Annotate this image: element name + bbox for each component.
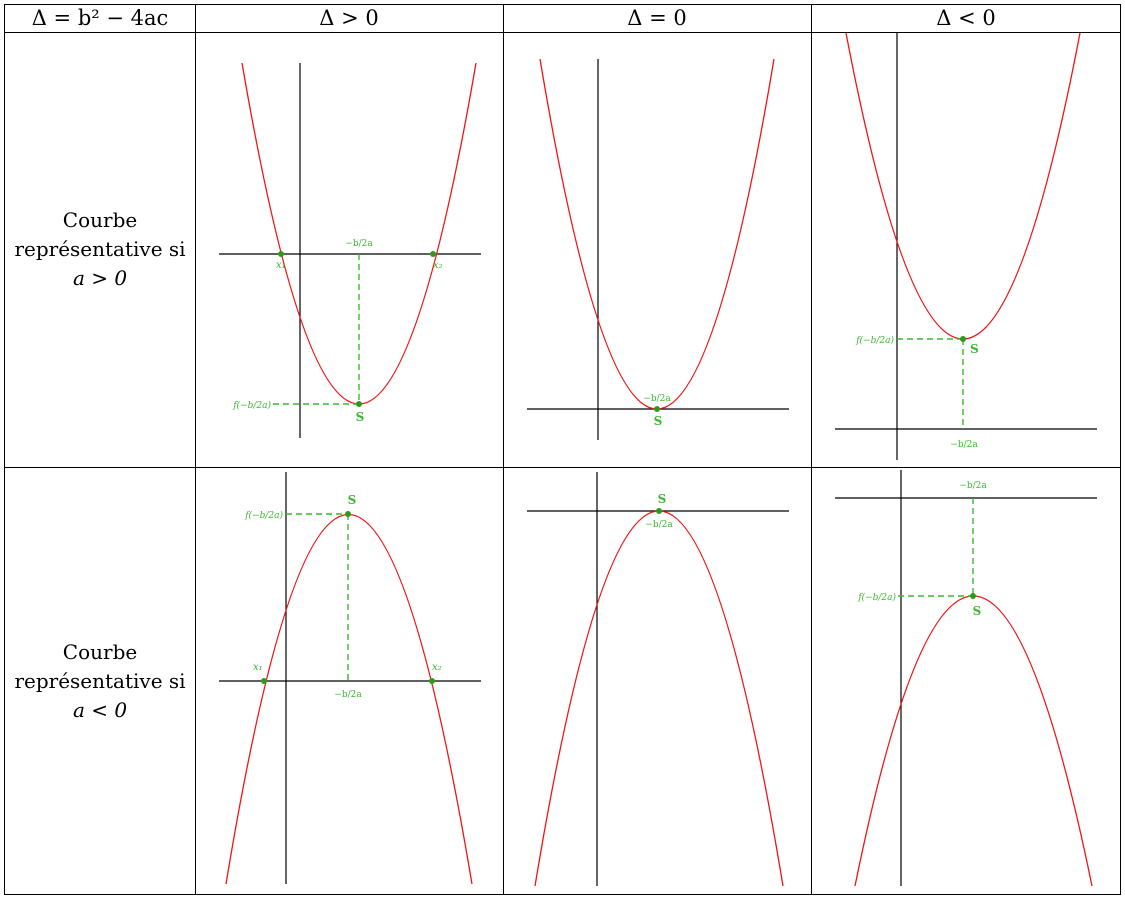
row-label-line: représentative si xyxy=(14,669,185,693)
parabola-curve xyxy=(241,62,477,405)
root-point xyxy=(278,251,284,257)
parabola-curve xyxy=(845,32,1081,340)
vertex-label: S xyxy=(654,414,663,428)
vertex-label: S xyxy=(348,493,357,507)
parabola-curve xyxy=(534,510,784,887)
f-vertex-label: f(−b/2a) xyxy=(857,592,896,603)
row-label-a-negative: Courbe représentative si a < 0 xyxy=(14,640,185,722)
neg-b-over-2a-label: −b/2a xyxy=(334,690,362,700)
graph-a-neg-delta-pos: x₁ x₂ −b/2a f(−b/2a) S xyxy=(219,472,481,885)
row-label-line: a > 0 xyxy=(73,266,127,290)
header-delta-zero: Δ = 0 xyxy=(627,6,686,30)
vertex-point xyxy=(970,593,976,599)
vertex-point xyxy=(960,336,966,342)
header-delta-positive: Δ > 0 xyxy=(319,6,378,30)
vertex-label: S xyxy=(970,342,979,356)
graph-a-pos-delta-pos: x₁ x₂ −b/2a f(−b/2a) S xyxy=(219,62,481,438)
row-label-line: Courbe xyxy=(63,640,137,664)
root-point xyxy=(429,678,435,684)
discriminant-table: Δ = b² − 4ac Δ > 0 Δ = 0 Δ < 0 Courbe re… xyxy=(4,4,1121,895)
graph-a-neg-delta-neg: −b/2a f(−b/2a) S xyxy=(835,470,1097,887)
parabola-curve xyxy=(539,58,775,410)
vertex-label: S xyxy=(356,410,365,424)
row-label-line: Courbe xyxy=(63,208,137,232)
vertex-label: S xyxy=(658,492,667,506)
root-point xyxy=(261,678,267,684)
f-vertex-label: f(−b/2a) xyxy=(855,335,894,346)
vertex-label: S xyxy=(973,604,982,618)
vertex-point xyxy=(345,511,351,517)
vertex-point xyxy=(656,508,662,514)
parabola-curve xyxy=(854,595,1093,887)
row-label-line: représentative si xyxy=(14,237,185,261)
neg-b-over-2a-label: −b/2a xyxy=(959,481,987,491)
graph-a-neg-delta-zero: S −b/2a xyxy=(527,472,789,887)
header-delta-negative: Δ < 0 xyxy=(936,6,995,30)
vertex-point xyxy=(654,406,660,412)
neg-b-over-2a-label: −b/2a xyxy=(643,394,671,404)
row-label-line: a < 0 xyxy=(73,698,127,722)
vertex-point xyxy=(356,401,362,407)
root-label: x₁ xyxy=(253,662,263,673)
graph-a-pos-delta-neg: f(−b/2a) S −b/2a xyxy=(835,32,1097,460)
row-label-a-positive: Courbe représentative si a > 0 xyxy=(14,208,185,290)
f-vertex-label: f(−b/2a) xyxy=(244,510,283,521)
root-point xyxy=(430,251,436,257)
neg-b-over-2a-label: −b/2a xyxy=(645,520,673,530)
root-label: x₂ xyxy=(432,662,442,673)
header-discriminant: Δ = b² − 4ac xyxy=(32,6,169,30)
neg-b-over-2a-label: −b/2a xyxy=(345,239,373,249)
root-label: x₂ xyxy=(433,260,443,271)
f-vertex-label: f(−b/2a) xyxy=(232,400,271,411)
neg-b-over-2a-label: −b/2a xyxy=(950,440,978,450)
root-label: x₁ xyxy=(276,260,286,271)
graph-a-pos-delta-zero: −b/2a S xyxy=(527,58,789,440)
